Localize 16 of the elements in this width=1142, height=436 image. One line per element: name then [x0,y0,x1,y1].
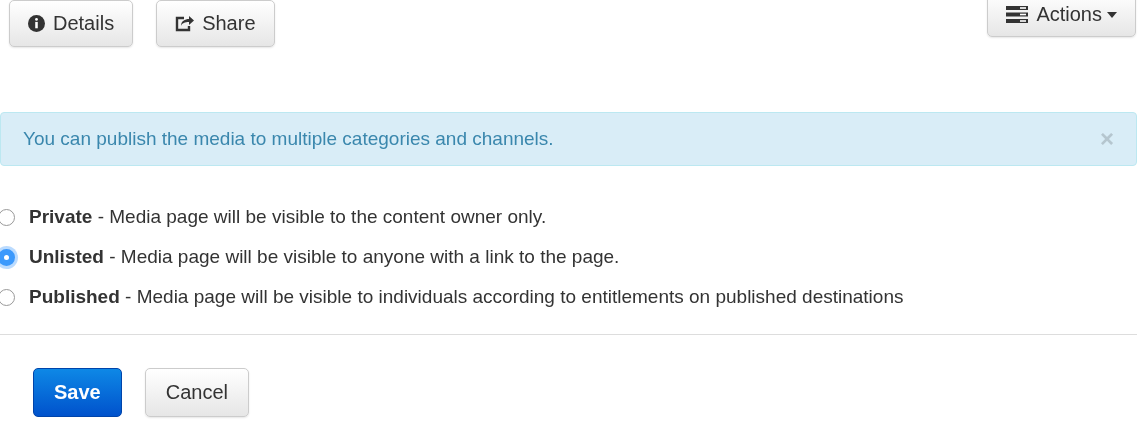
radio-button[interactable] [0,208,15,226]
share-icon [175,15,195,32]
actions-dropdown[interactable]: Actions [987,0,1136,37]
radio-button[interactable] [0,248,15,266]
radio-button[interactable] [0,288,15,306]
list-icon [1006,6,1029,23]
option-label: Unlisted - Media page will be visible to anyone with a link to the page. [29,246,620,268]
details-button[interactable]: Details [9,0,134,47]
caret-icon [1107,11,1117,18]
info-icon [28,15,45,32]
option-label: Private - Media page will be visible to the content owner only. [29,206,547,228]
option-label: Published - Media page will be visible to individuals according to entitlements on published destinations [29,286,904,308]
cancel-button[interactable]: Cancel [144,368,249,417]
alert-message: You can publish the media to multiple categories and channels. [23,128,555,150]
save-button[interactable]: Save [33,368,122,417]
share-button[interactable]: Share [156,0,275,47]
